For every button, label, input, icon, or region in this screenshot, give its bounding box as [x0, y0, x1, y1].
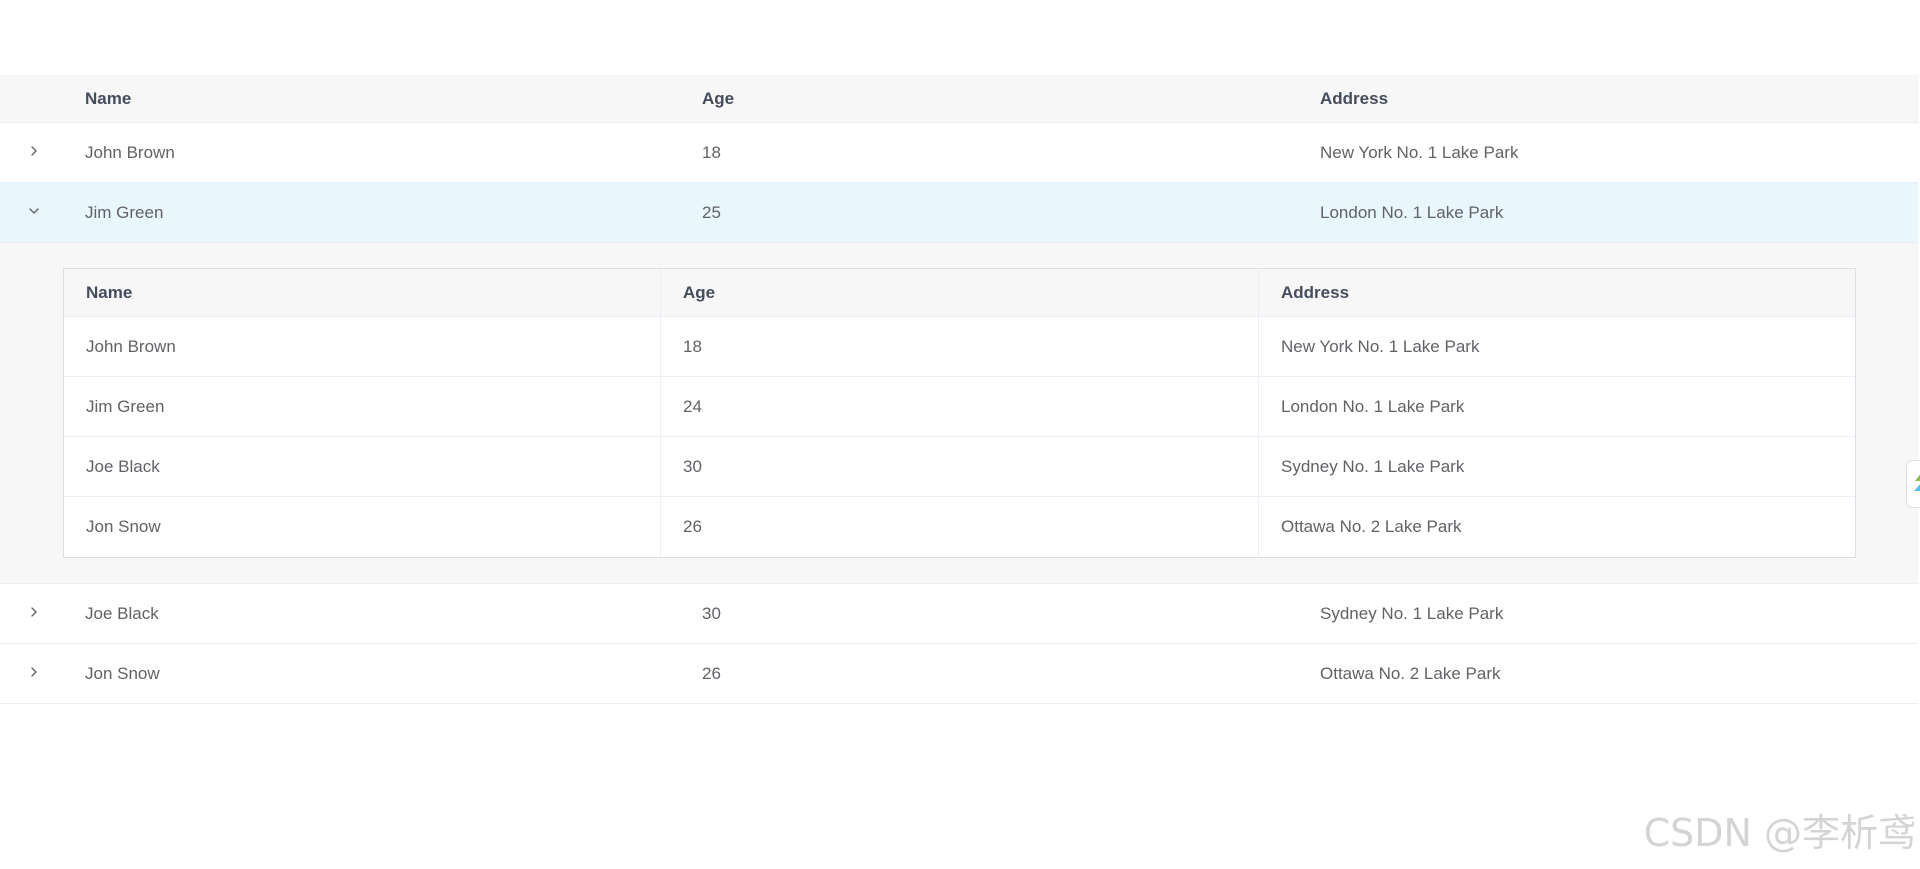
side-floating-tab[interactable] [1906, 460, 1920, 508]
cell-address: New York No. 1 Lake Park [1320, 142, 1519, 162]
expanded-row-panel: Name Age Address John Brown 18 New York … [0, 243, 1918, 584]
table-row[interactable]: John Brown 18 New York No. 1 Lake Park [0, 123, 1918, 183]
nested-table-row[interactable]: Joe Black 30 Sydney No. 1 Lake Park [64, 437, 1855, 497]
nested-cell-address: Ottawa No. 2 Lake Park [1281, 517, 1462, 536]
page: Name Age Address John Brown 18 New York … [0, 0, 1920, 869]
nested-table-row[interactable]: Jim Green 24 London No. 1 Lake Park [64, 377, 1855, 437]
table-row-expanded[interactable]: Jim Green 25 London No. 1 Lake Park [0, 183, 1918, 243]
nested-cell-name: Joe Black [64, 437, 661, 496]
nested-cell-name: Jim Green [64, 377, 661, 436]
nested-cell-address: London No. 1 Lake Park [1281, 396, 1465, 416]
side-tab-icon [1914, 474, 1920, 491]
expand-toggle[interactable] [0, 183, 68, 242]
expand-toggle[interactable] [0, 123, 68, 182]
nested-table-row[interactable]: Jon Snow 26 Ottawa No. 2 Lake Park [64, 497, 1855, 557]
cell-name: John Brown [85, 142, 175, 162]
watermark: CSDN @李析鸢 [1643, 811, 1916, 855]
expand-toggle[interactable] [0, 644, 68, 703]
nested-table-header: Name Age Address [64, 269, 1855, 317]
cell-name: Jon Snow [85, 663, 160, 683]
cell-address: London No. 1 Lake Park [1320, 202, 1504, 222]
cell-name: Jim Green [85, 202, 164, 222]
chevron-right-icon[interactable] [27, 604, 41, 624]
chevron-right-icon[interactable] [27, 143, 41, 163]
chevron-down-icon[interactable] [27, 203, 41, 223]
cell-age: 30 [702, 603, 721, 623]
cell-address: Ottawa No. 2 Lake Park [1320, 663, 1501, 683]
column-header-address[interactable]: Address [1303, 89, 1918, 109]
nested-table: Name Age Address John Brown 18 New York … [63, 268, 1856, 558]
nested-cell-age: 24 [661, 377, 1259, 436]
nested-cell-name: Jon Snow [64, 497, 661, 557]
nested-cell-age: 26 [661, 497, 1259, 557]
nested-cell-age: 30 [661, 437, 1259, 496]
nested-cell-name: John Brown [64, 317, 661, 376]
table-row[interactable]: Joe Black 30 Sydney No. 1 Lake Park [0, 584, 1918, 644]
chevron-right-icon[interactable] [27, 664, 41, 684]
expand-toggle[interactable] [0, 584, 68, 643]
nested-cell-age: 18 [661, 317, 1259, 376]
table-row[interactable]: Jon Snow 26 Ottawa No. 2 Lake Park [0, 644, 1918, 704]
nested-cell-address: New York No. 1 Lake Park [1281, 336, 1480, 356]
column-header-name[interactable]: Name [68, 89, 685, 109]
cell-age: 18 [702, 142, 721, 162]
cell-age: 25 [702, 202, 721, 222]
nested-column-header-address[interactable]: Address [1259, 269, 1855, 316]
expandable-table: Name Age Address John Brown 18 New York … [0, 75, 1918, 704]
nested-column-header-age[interactable]: Age [661, 269, 1259, 316]
cell-name: Joe Black [85, 603, 159, 623]
table-header: Name Age Address [0, 75, 1918, 123]
nested-table-row[interactable]: John Brown 18 New York No. 1 Lake Park [64, 317, 1855, 377]
column-header-age[interactable]: Age [685, 89, 1303, 109]
cell-age: 26 [702, 663, 721, 683]
nested-column-header-name[interactable]: Name [64, 269, 661, 316]
expand-column-header [0, 75, 68, 122]
nested-cell-address: Sydney No. 1 Lake Park [1281, 456, 1465, 476]
cell-address: Sydney No. 1 Lake Park [1320, 603, 1504, 623]
